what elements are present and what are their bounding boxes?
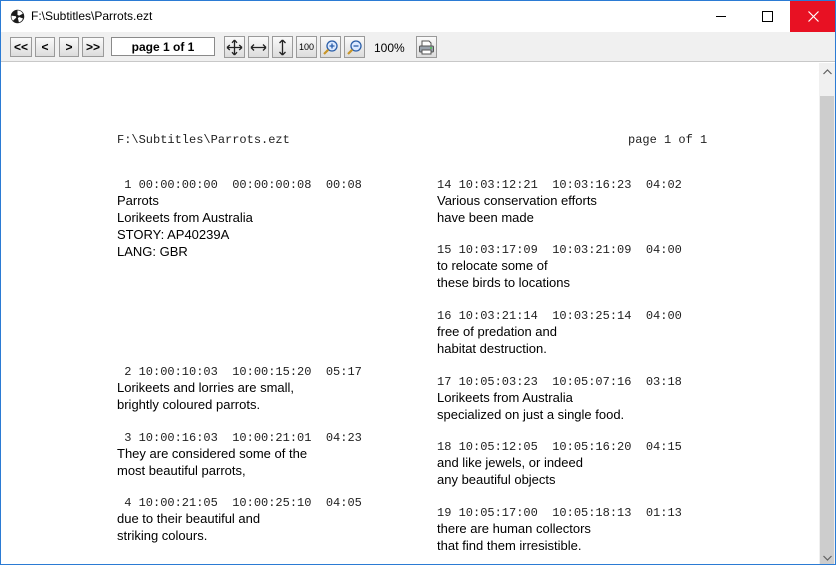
subtitle-line: to relocate some of <box>437 258 548 273</box>
subtitle-line: Parrots <box>117 193 159 208</box>
subtitle-entry: 19 10:05:17:00 10:05:18:13 01:13 there a… <box>437 506 767 554</box>
minimize-icon <box>715 16 726 17</box>
vertical-scrollbar[interactable] <box>819 63 835 564</box>
subtitle-line: there are human collectors <box>437 521 591 536</box>
subtitle-line: Lorikeets and lorries are small, <box>117 380 295 395</box>
document-preview[interactable]: F:\Subtitles\Parrots.ezt page 1 of 1 1 0… <box>1 63 819 564</box>
subtitle-entry: 18 10:05:12:05 10:05:16:20 04:15 and lik… <box>437 440 767 488</box>
maximize-button[interactable] <box>744 1 790 32</box>
subtitle-line: They are considered some of the <box>117 446 308 461</box>
subtitle-timecode: 1 00:00:00:00 00:00:00:08 00:08 <box>117 178 362 192</box>
window-title: F:\Subtitles\Parrots.ezt <box>31 9 153 23</box>
fit-page-button[interactable] <box>224 36 245 58</box>
subtitle-entry: 3 10:00:16:03 10:00:21:01 04:23 They are… <box>117 431 447 479</box>
subtitle-timecode: 4 10:00:21:05 10:00:25:10 04:05 <box>117 496 362 510</box>
fit-width-button[interactable] <box>248 36 269 58</box>
zoom-level: 100% <box>374 41 405 55</box>
close-button[interactable] <box>790 1 835 32</box>
subtitle-entry: 15 10:03:17:09 10:03:21:09 04:00 to relo… <box>437 243 767 291</box>
subtitle-timecode: 14 10:03:12:21 10:03:16:23 04:02 <box>437 178 682 192</box>
zoom-out-icon <box>347 39 362 55</box>
title-bar: F:\Subtitles\Parrots.ezt <box>1 1 835 32</box>
subtitle-line: most beautiful parrots, <box>117 463 246 478</box>
last-page-button[interactable]: >> <box>82 37 104 57</box>
zoom-out-button[interactable] <box>344 36 365 58</box>
subtitle-line: Lorikeets from Australia <box>437 390 573 405</box>
subtitle-timecode: 18 10:05:12:05 10:05:16:20 04:15 <box>437 440 682 454</box>
subtitle-line: specialized on just a single food. <box>437 407 625 422</box>
page-indicator: page 1 of 1 <box>111 37 215 56</box>
subtitle-timecode: 2 10:00:10:03 10:00:15:20 05:17 <box>117 365 362 379</box>
print-button[interactable] <box>416 36 437 58</box>
subtitle-entry: 17 10:05:03:23 10:05:07:16 03:18 Lorikee… <box>437 375 767 423</box>
app-icon <box>10 9 25 24</box>
scroll-down-button[interactable] <box>819 549 835 564</box>
first-page-button[interactable]: << <box>10 37 32 57</box>
printer-icon <box>419 40 434 54</box>
document-path: F:\Subtitles\Parrots.ezt <box>117 133 290 147</box>
fit-height-button[interactable] <box>272 36 293 58</box>
subtitle-line: Various conservation efforts <box>437 193 597 208</box>
subtitle-timecode: 15 10:03:17:09 10:03:21:09 04:00 <box>437 243 682 257</box>
subtitle-line: brightly coloured parrots. <box>117 397 261 412</box>
scroll-thumb[interactable] <box>820 96 834 564</box>
print-preview-window: F:\Subtitles\Parrots.ezt << < > >> page … <box>0 0 836 565</box>
subtitle-timecode: 16 10:03:21:14 10:03:25:14 04:00 <box>437 309 682 323</box>
subtitle-entry: 16 10:03:21:14 10:03:25:14 04:00 free of… <box>437 309 767 357</box>
chevron-up-icon <box>822 68 832 74</box>
move-arrows-icon <box>226 39 243 55</box>
close-icon <box>807 11 819 22</box>
subtitle-line: that find them irresistible. <box>437 538 582 553</box>
vertical-arrows-icon <box>279 39 286 55</box>
toolbar: << < > >> page 1 of 1 100 100% <box>1 32 835 62</box>
maximize-icon <box>761 11 773 22</box>
next-page-button[interactable]: > <box>59 37 79 57</box>
subtitle-entry: 4 10:00:21:05 10:00:25:10 04:05 due to t… <box>117 496 447 544</box>
subtitle-timecode: 19 10:05:17:00 10:05:18:13 01:13 <box>437 506 682 520</box>
subtitle-line: striking colours. <box>117 528 208 543</box>
previous-page-button[interactable]: < <box>35 37 55 57</box>
scroll-up-button[interactable] <box>819 63 835 80</box>
subtitle-line: have been made <box>437 210 534 225</box>
subtitle-line: these birds to locations <box>437 275 570 290</box>
zoom-in-icon <box>323 39 338 55</box>
subtitle-entry: 1 00:00:00:00 00:00:00:08 00:08 Parrots … <box>117 178 447 260</box>
subtitle-line: STORY: AP40239A <box>117 227 230 242</box>
horizontal-arrows-icon <box>250 43 267 51</box>
subtitle-line: any beautiful objects <box>437 472 556 487</box>
chevron-down-icon <box>822 555 832 561</box>
actual-size-button[interactable]: 100 <box>296 36 317 58</box>
subtitle-entry: 2 10:00:10:03 10:00:15:20 05:17 Lorikeet… <box>117 365 447 413</box>
subtitle-line: free of predation and <box>437 324 557 339</box>
document-page-number: page 1 of 1 <box>628 133 708 147</box>
subtitle-line: and like jewels, or indeed <box>437 455 583 470</box>
subtitle-line: LANG: GBR <box>117 244 188 259</box>
subtitle-timecode: 3 10:00:16:03 10:00:21:01 04:23 <box>117 431 362 445</box>
subtitle-line: due to their beautiful and <box>117 511 261 526</box>
subtitle-line: Lorikeets from Australia <box>117 210 253 225</box>
subtitle-timecode: 17 10:05:03:23 10:05:07:16 03:18 <box>437 375 682 389</box>
subtitle-entry: 14 10:03:12:21 10:03:16:23 04:02 Various… <box>437 178 767 226</box>
zoom-in-button[interactable] <box>320 36 341 58</box>
subtitle-line: habitat destruction. <box>437 341 547 356</box>
minimize-button[interactable] <box>698 1 744 32</box>
